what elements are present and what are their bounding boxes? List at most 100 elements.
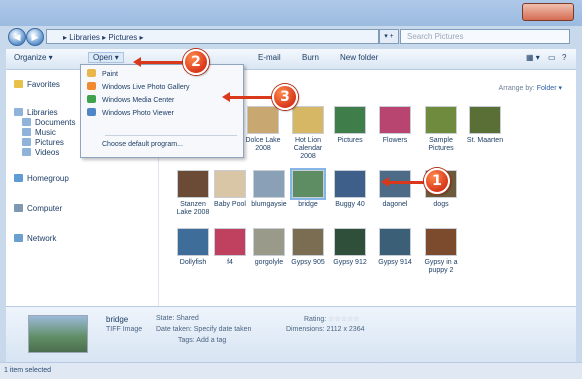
library-icon xyxy=(14,108,23,116)
thumbnail-item[interactable]: Pictures xyxy=(330,106,370,145)
new-folder-button[interactable]: New folder xyxy=(340,53,378,62)
callout-arrow-1 xyxy=(381,177,426,187)
explorer-window: ◀ ▶ ▸ Libraries ▸ Pictures ▸ ▾ + Search … xyxy=(0,0,582,379)
email-button[interactable]: E-mail xyxy=(258,53,281,62)
menu-item-media-center[interactable]: Windows Media Center xyxy=(85,95,239,107)
network-icon xyxy=(14,234,23,242)
thumbnail-item[interactable]: Buggy 40 xyxy=(330,170,370,209)
burn-button[interactable]: Burn xyxy=(302,53,319,62)
menu-item-paint[interactable]: Paint xyxy=(85,69,239,81)
menu-item-choose-default[interactable]: Choose default program... xyxy=(85,139,239,151)
callout-badge-1: 1 xyxy=(424,168,450,194)
thumbnail-item[interactable]: Hot Lion Calendar 2008 xyxy=(288,106,328,161)
detail-tags: Tags: Add a tag xyxy=(178,337,227,344)
detail-type: TIFF Image xyxy=(106,326,143,333)
forward-icon[interactable]: ▶ xyxy=(26,28,44,46)
thumbnail-image xyxy=(290,168,326,200)
menu-item-photo-viewer[interactable]: Windows Photo Viewer xyxy=(85,108,239,120)
status-text: 1 item selected xyxy=(4,367,52,374)
thumbnail-item[interactable]: Baby Pool xyxy=(210,170,250,209)
thumbnail-item[interactable]: St. Maarten xyxy=(465,106,505,145)
address-dropdown[interactable]: ▾ + xyxy=(379,29,399,44)
thumbnail-image xyxy=(247,106,279,134)
nav-item-documents[interactable]: Documents xyxy=(22,118,75,127)
thumbnail-item[interactable]: Flowers xyxy=(375,106,415,145)
thumbnail-item[interactable]: Gypsy 905 xyxy=(288,228,328,267)
thumbnail-item[interactable]: Gypsy 914 xyxy=(375,228,415,267)
thumbnail-item[interactable]: Gypsy 912 xyxy=(330,228,370,267)
music-icon xyxy=(22,128,31,136)
thumbnail-image xyxy=(425,106,457,134)
nav-item-favorites[interactable]: Favorites xyxy=(14,80,60,89)
thumbnail-image xyxy=(292,106,324,134)
detail-filename: bridge xyxy=(106,315,129,324)
nav-item-pictures[interactable]: Pictures xyxy=(22,138,64,147)
menu-item-photo-gallery[interactable]: Windows Live Photo Gallery xyxy=(85,82,239,94)
thumbnail-item[interactable]: blumgaysie xyxy=(249,170,289,209)
thumbnail-item[interactable]: Gypsy in a puppy 2 xyxy=(421,228,461,275)
photo-gallery-icon xyxy=(87,82,96,90)
address-bar[interactable]: ▸ Libraries ▸ Pictures ▸ xyxy=(46,29,379,44)
thumbnail-item[interactable]: Dollyfish xyxy=(173,228,213,267)
open-button[interactable]: Open ▾ xyxy=(88,52,124,63)
thumbnail-item[interactable]: Sample Pictures xyxy=(421,106,461,153)
document-icon xyxy=(22,118,31,126)
navigation-bar: ◀ ▶ ▸ Libraries ▸ Pictures ▸ ▾ + Search … xyxy=(6,26,576,48)
thumbnail-item[interactable]: Dolce Lake 2008 xyxy=(243,106,283,153)
thumbnail-image xyxy=(253,170,285,198)
menu-separator xyxy=(105,135,237,136)
help-icon[interactable]: ? xyxy=(562,53,566,62)
media-center-icon xyxy=(87,95,96,103)
preview-thumbnail xyxy=(28,315,88,353)
title-bar[interactable] xyxy=(0,0,582,26)
thumbnail-label: St. Maarten xyxy=(466,137,504,144)
thumbnail-image xyxy=(334,106,366,134)
thumbnail-image xyxy=(214,228,246,256)
thumbnail-item[interactable]: gorgolyle xyxy=(249,228,289,267)
thumbnail-label: Dolce Lake 2008 xyxy=(245,137,281,152)
thumbnail-label: Gypsy 912 xyxy=(333,259,367,266)
pictures-icon xyxy=(22,138,31,146)
organize-button[interactable]: Organize ▾ xyxy=(14,53,53,62)
status-bar: 1 item selected xyxy=(0,362,582,379)
nav-item-homegroup[interactable]: Homegroup xyxy=(14,174,69,183)
nav-item-videos[interactable]: Videos xyxy=(22,148,59,157)
arrange-by[interactable]: Arrange by: Folder ▾ xyxy=(499,84,562,92)
thumbnail-label: Gypsy 914 xyxy=(378,259,412,266)
paint-icon xyxy=(87,69,96,77)
thumbnail-image xyxy=(379,106,411,134)
preview-pane-icon[interactable]: ▭ xyxy=(548,53,556,62)
thumbnail-image xyxy=(214,170,246,198)
thumbnail-label: Dollyfish xyxy=(179,259,207,266)
thumbnail-image xyxy=(334,170,366,198)
thumbnail-label: Gypsy 905 xyxy=(291,259,325,266)
open-with-menu: Paint Windows Live Photo Gallery Windows… xyxy=(80,64,244,158)
callout-arrow-2 xyxy=(133,57,184,67)
back-icon[interactable]: ◀ xyxy=(8,28,26,46)
video-icon xyxy=(22,148,31,156)
detail-dimensions: Dimensions: 2112 x 2364 xyxy=(286,326,365,333)
views-icon[interactable]: ▦ ▾ xyxy=(526,53,540,62)
window-controls[interactable] xyxy=(522,3,574,21)
thumbnail-image xyxy=(253,228,285,256)
detail-rating: Rating: ☆☆☆☆☆ xyxy=(304,316,360,323)
nav-item-libraries[interactable]: Libraries xyxy=(14,108,58,117)
nav-item-network[interactable]: Network xyxy=(14,234,56,243)
thumbnail-label: Stanzen Lake 2008 xyxy=(176,201,210,216)
thumbnail-item[interactable]: bridge xyxy=(288,168,328,209)
thumbnail-label: Buggy 40 xyxy=(335,201,365,208)
thumbnail-item[interactable]: Stanzen Lake 2008 xyxy=(173,170,213,217)
callout-badge-2: 2 xyxy=(183,49,209,75)
computer-icon xyxy=(14,204,23,212)
thumbnail-item[interactable]: f4 xyxy=(210,228,250,267)
thumbnail-label: blumgaysie xyxy=(251,201,287,208)
thumbnail-item[interactable]: dagonel xyxy=(375,170,415,209)
thumbnail-label: f4 xyxy=(227,259,233,266)
detail-state: State: Shared xyxy=(156,315,199,322)
thumbnail-label: Flowers xyxy=(382,137,408,144)
search-input[interactable]: Search Pictures xyxy=(400,29,570,44)
thumbnail-image xyxy=(177,170,209,198)
thumbnail-label: gorgolyle xyxy=(254,259,284,266)
nav-item-music[interactable]: Music xyxy=(22,128,56,137)
nav-item-computer[interactable]: Computer xyxy=(14,204,62,213)
